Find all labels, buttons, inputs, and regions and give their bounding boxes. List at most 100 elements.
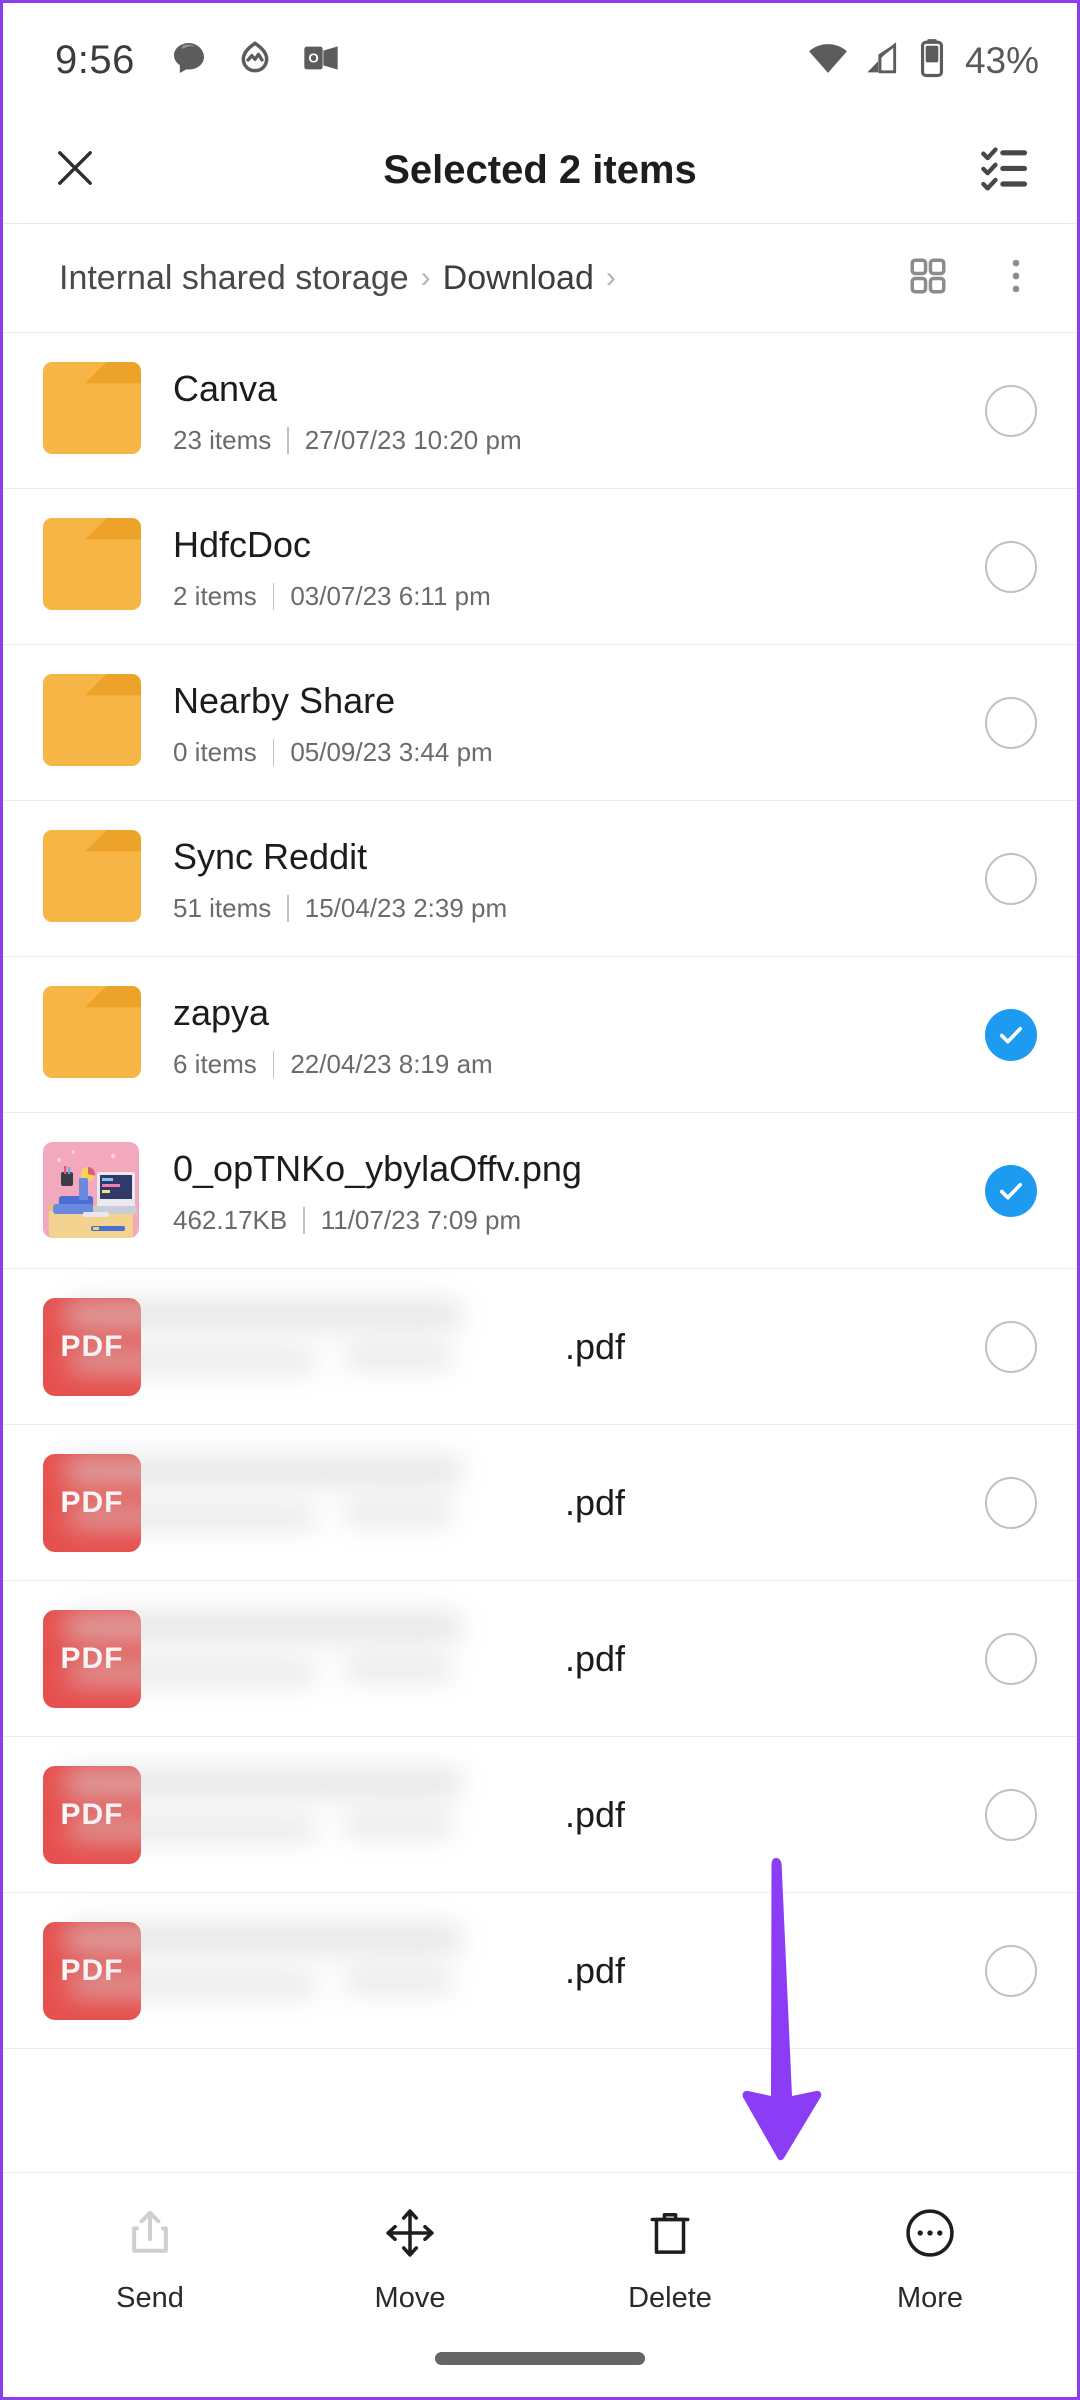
file-name: .pdf xyxy=(565,1638,626,1679)
battery-percent-label: 43% xyxy=(964,39,1039,81)
selection-app-bar: Selected 2 items xyxy=(3,118,1077,223)
close-icon xyxy=(49,142,101,199)
checkbox-checked[interactable] xyxy=(985,1164,1037,1217)
breadcrumb: Internal shared storage › Download › xyxy=(3,223,1077,333)
file-row[interactable]: zapya 6 items 22/04/23 8:19 am xyxy=(3,957,1077,1113)
file-row[interactable]: Nearby Share 0 items 05/09/23 3:44 pm xyxy=(3,645,1077,801)
file-size-or-count: 2 items xyxy=(173,580,257,611)
wifi-icon xyxy=(807,37,849,84)
grid-view-button[interactable] xyxy=(907,255,949,302)
file-row[interactable]: 0_opTNKo_ybylaOffv.png 462.17KB 11/07/23 7… xyxy=(3,1113,1077,1269)
share-upload-icon xyxy=(122,2205,178,2266)
file-name: Nearby Share xyxy=(173,679,396,721)
checkbox-unchecked[interactable] xyxy=(985,1320,1037,1373)
pdf-file-icon: PDF xyxy=(43,1453,141,1552)
checkbox-unchecked[interactable] xyxy=(985,384,1037,437)
file-name: HdfcDoc xyxy=(173,523,312,565)
trash-icon xyxy=(642,2205,698,2266)
file-size-or-count: 51 items xyxy=(173,892,272,923)
breadcrumb-root[interactable]: Internal shared storage xyxy=(59,259,409,298)
send-button[interactable]: Send xyxy=(80,2205,220,2315)
file-meta: 2 items 03/07/23 6:11 pm xyxy=(173,581,965,612)
checkbox-unchecked[interactable] xyxy=(985,1476,1037,1529)
status-bar-clock: 9:56 xyxy=(55,38,135,82)
select-all-icon xyxy=(979,142,1031,199)
file-name: Sync Reddit xyxy=(173,835,368,877)
folder-icon xyxy=(43,361,141,454)
checkbox-unchecked[interactable] xyxy=(985,852,1037,905)
folder-icon xyxy=(43,829,141,922)
file-name: Canva xyxy=(173,367,278,409)
home-gesture-bar[interactable] xyxy=(435,2352,645,2365)
file-name: zapya xyxy=(173,991,270,1033)
checkbox-unchecked[interactable] xyxy=(985,1788,1037,1841)
file-name: .pdf xyxy=(565,1482,626,1523)
fitness-circle-icon xyxy=(235,38,275,83)
grid-view-icon xyxy=(907,258,949,301)
file-row[interactable]: HdfcDoc 2 items 03/07/23 6:11 pm xyxy=(3,489,1077,645)
file-size-or-count: 0 items xyxy=(173,736,257,767)
folder-icon xyxy=(43,673,141,766)
check-icon xyxy=(985,1008,1037,1061)
meta-divider xyxy=(272,1050,275,1078)
cellular-signal-icon xyxy=(863,38,903,83)
checkbox-unchecked[interactable] xyxy=(985,1944,1037,1997)
file-row[interactable]: Canva 23 items 27/07/23 10:20 pm xyxy=(3,333,1077,489)
image-thumbnail xyxy=(43,1141,139,1238)
meta-divider xyxy=(272,738,275,766)
file-row[interactable]: PDF .pdf xyxy=(3,1737,1077,1893)
overflow-menu-icon xyxy=(995,259,1037,301)
send-label: Send xyxy=(116,2282,184,2314)
file-name: .pdf xyxy=(565,1794,626,1835)
status-bar-notification-icons: O xyxy=(169,38,341,83)
meta-divider xyxy=(303,1206,305,1234)
pdf-file-icon: PDF xyxy=(43,1765,141,1864)
checkbox-unchecked[interactable] xyxy=(985,696,1037,749)
action-toolbar: Send Move Delete More xyxy=(3,2172,1077,2397)
file-list: Canva 23 items 27/07/23 10:20 pm HdfcDoc 2 i… xyxy=(3,333,1077,2049)
file-meta: 6 items 22/04/23 8:19 am xyxy=(173,1049,965,1080)
file-row[interactable]: PDF .pdf xyxy=(3,1581,1077,1737)
meta-divider xyxy=(287,426,289,454)
file-row[interactable]: PDF .pdf xyxy=(3,1269,1077,1425)
pdf-file-icon: PDF xyxy=(43,1921,141,2020)
move-button[interactable]: Move xyxy=(340,2205,480,2315)
battery-icon xyxy=(917,37,947,84)
file-row[interactable]: Sync Reddit 51 items 15/04/23 2:39 pm xyxy=(3,801,1077,957)
file-modified-date: 15/04/23 2:39 pm xyxy=(304,892,508,923)
folder-icon xyxy=(43,985,141,1078)
meta-divider xyxy=(287,894,289,922)
pdf-file-icon: PDF xyxy=(43,1297,141,1396)
page-title: Selected 2 items xyxy=(383,148,697,192)
file-modified-date: 05/09/23 3:44 pm xyxy=(290,736,493,767)
breadcrumb-separator-icon: › xyxy=(605,261,616,294)
move-arrows-icon xyxy=(382,2205,438,2266)
file-size-or-count: 462.17KB xyxy=(173,1204,288,1235)
file-meta: 51 items 15/04/23 2:39 pm xyxy=(173,893,965,924)
file-size-or-count: 6 items xyxy=(173,1048,257,1079)
file-name: .pdf xyxy=(565,1950,626,1991)
status-bar: 9:56 O 43% xyxy=(3,3,1077,118)
delete-label: Delete xyxy=(628,2282,712,2314)
svg-text:O: O xyxy=(308,50,318,65)
phone-screen: 9:56 O 43% Selected 2 items Internal sha… xyxy=(0,0,1080,2400)
outlook-icon: O xyxy=(301,38,341,83)
close-selection-button[interactable] xyxy=(49,142,101,199)
file-row[interactable]: PDF .pdf xyxy=(3,1425,1077,1581)
checkbox-checked[interactable] xyxy=(985,1008,1037,1061)
select-all-button[interactable] xyxy=(979,142,1031,199)
chat-bubble-icon xyxy=(169,38,209,83)
file-size-or-count: 23 items xyxy=(173,424,272,455)
more-button[interactable]: More xyxy=(860,2205,1000,2315)
breadcrumb-current[interactable]: Download xyxy=(443,259,594,298)
checkbox-unchecked[interactable] xyxy=(985,540,1037,593)
breadcrumb-separator-icon: › xyxy=(420,261,431,294)
delete-button[interactable]: Delete xyxy=(600,2205,740,2315)
overflow-menu-button[interactable] xyxy=(995,255,1037,302)
more-circle-icon xyxy=(902,2205,958,2266)
file-modified-date: 22/04/23 8:19 am xyxy=(290,1048,493,1079)
file-modified-date: 27/07/23 10:20 pm xyxy=(304,424,522,455)
more-label: More xyxy=(896,2282,964,2314)
file-row[interactable]: PDF .pdf xyxy=(3,1893,1077,2049)
checkbox-unchecked[interactable] xyxy=(985,1632,1037,1685)
